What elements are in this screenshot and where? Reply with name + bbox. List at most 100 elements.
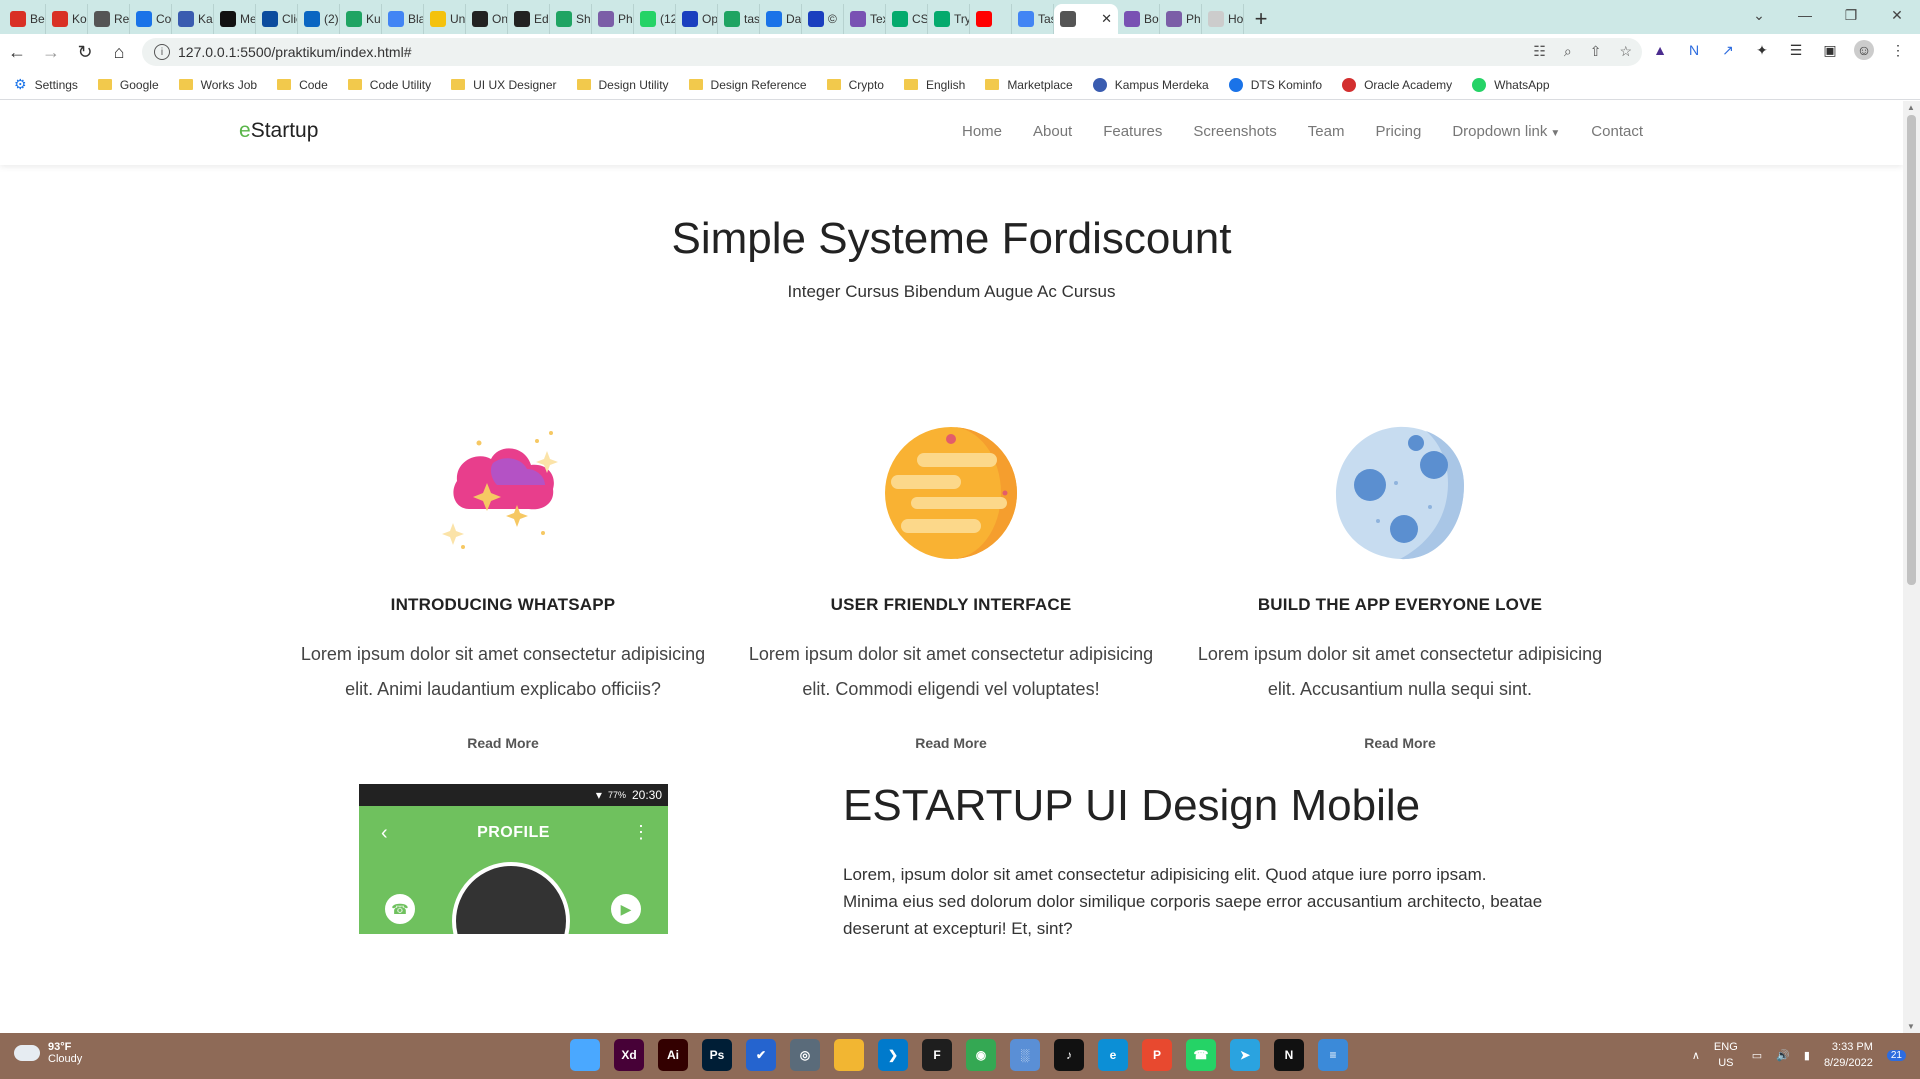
page-scrollbar[interactable]: ▲ ▼ — [1903, 101, 1920, 1033]
nav-about[interactable]: About — [1033, 123, 1072, 140]
scroll-down-icon[interactable]: ▼ — [1907, 1022, 1915, 1031]
clock[interactable]: 3:33 PM 8/29/2022 — [1824, 1039, 1873, 1071]
nav-team[interactable]: Team — [1308, 123, 1345, 140]
browser-tab[interactable]: ✕ — [1054, 4, 1118, 34]
volume-icon[interactable]: 🔊 — [1776, 1049, 1790, 1062]
nav-screenshots[interactable]: Screenshots — [1193, 123, 1276, 140]
nav-pricing[interactable]: Pricing — [1375, 123, 1421, 140]
site-brand[interactable]: eStartup — [239, 119, 318, 143]
browser-tab[interactable]: (12 — [634, 4, 676, 34]
nav-home[interactable]: Home — [962, 123, 1002, 140]
browser-tab[interactable]: (2) — [298, 4, 340, 34]
profile-avatar[interactable]: ☺ — [1854, 40, 1874, 60]
tray-chevron-icon[interactable]: ∧ — [1692, 1049, 1700, 1062]
language-indicator[interactable]: ENG US — [1714, 1039, 1738, 1071]
bookmark-item[interactable]: Kampus Merdeka — [1092, 77, 1209, 92]
browser-tab[interactable]: Uni — [424, 4, 466, 34]
restore-button[interactable]: ❐ — [1828, 0, 1874, 30]
back-button[interactable]: ← — [0, 37, 34, 67]
bookmark-item[interactable]: Code — [277, 78, 328, 92]
browser-tab[interactable]: Ho — [1202, 4, 1244, 34]
bookmark-item[interactable]: Google — [97, 78, 159, 92]
reload-button[interactable]: ↻ — [68, 37, 102, 67]
bookmark-item[interactable]: UI UX Designer — [451, 78, 557, 92]
home-button[interactable]: ⌂ — [102, 37, 136, 67]
browser-tab[interactable]: Reg — [88, 4, 130, 34]
nav-dropdown[interactable]: Dropdown link ▼ — [1452, 123, 1560, 140]
tab-search-icon[interactable]: ⌄ — [1736, 0, 1782, 30]
forward-button[interactable]: → — [34, 37, 68, 67]
extension-n-icon[interactable]: N — [1684, 40, 1704, 60]
bookmark-item[interactable]: Code Utility — [347, 78, 431, 92]
browser-tab[interactable]: Phi — [592, 4, 634, 34]
todo-icon[interactable]: ✔ — [746, 1039, 776, 1071]
bookmark-item[interactable]: Works Job — [178, 78, 257, 92]
weather-widget[interactable]: 93°F Cloudy — [14, 1041, 82, 1065]
browser-tab[interactable]: Op — [676, 4, 718, 34]
menu-kebab-icon[interactable]: ⋮ — [1888, 40, 1908, 60]
reading-list-icon[interactable]: ☰ — [1786, 40, 1806, 60]
browser-tab[interactable]: Clic — [256, 4, 298, 34]
read-more-link[interactable]: Read More — [1190, 735, 1610, 751]
side-panel-icon[interactable]: ▣ — [1820, 40, 1840, 60]
browser-tab[interactable]: Ber — [4, 4, 46, 34]
bookmark-item[interactable]: Design Reference — [688, 78, 807, 92]
notion-icon[interactable]: N — [1274, 1039, 1304, 1071]
windows-icon[interactable] — [570, 1039, 600, 1071]
share-icon[interactable]: ⇧ — [1590, 43, 1602, 60]
explorer-icon[interactable] — [834, 1039, 864, 1071]
address-bar[interactable]: i 127.0.0.1:5500/praktikum/index.html# ☷… — [142, 38, 1642, 66]
chrome-icon[interactable]: ◉ — [966, 1039, 996, 1071]
display-icon[interactable]: ▭ — [1752, 1049, 1762, 1062]
illustrator-icon[interactable]: Ai — [658, 1039, 688, 1071]
office-icon[interactable]: P — [1142, 1039, 1172, 1071]
browser-tab[interactable]: Tex — [844, 4, 886, 34]
telegram-icon[interactable]: ➤ — [1230, 1039, 1260, 1071]
nav-contact[interactable]: Contact — [1591, 123, 1643, 140]
url-text[interactable]: 127.0.0.1:5500/praktikum/index.html# — [178, 44, 411, 60]
zoom-icon[interactable]: ⌕ — [1564, 43, 1572, 60]
nav-features[interactable]: Features — [1103, 123, 1162, 140]
browser-tab[interactable]: Kar — [172, 4, 214, 34]
edge-icon[interactable]: e — [1098, 1039, 1128, 1071]
tiktok-icon[interactable]: ♪ — [1054, 1039, 1084, 1071]
close-window-button[interactable]: ✕ — [1874, 0, 1920, 30]
site-info-icon[interactable]: i — [154, 44, 170, 60]
battery-icon[interactable]: ▮ — [1804, 1049, 1810, 1062]
bookmark-item[interactable]: WhatsApp — [1472, 77, 1550, 92]
extensions-puzzle-icon[interactable]: ✦ — [1752, 40, 1772, 60]
settings-icon[interactable]: ◎ — [790, 1039, 820, 1071]
browser-tab[interactable]: Edi — [508, 4, 550, 34]
browser-tab[interactable]: tas — [718, 4, 760, 34]
photoshop-icon[interactable]: Ps — [702, 1039, 732, 1071]
browser-tab[interactable]: Bla — [382, 4, 424, 34]
browser-tab[interactable]: CSS — [886, 4, 928, 34]
browser-tab[interactable]: On — [466, 4, 508, 34]
browser-tab[interactable]: Try — [928, 4, 970, 34]
bookmark-item[interactable]: DTS Kominfo — [1228, 77, 1322, 92]
notification-badge[interactable]: 21 — [1886, 1049, 1906, 1061]
extension-hat-icon[interactable]: ▲ — [1650, 40, 1670, 60]
new-tab-button[interactable]: + — [1244, 4, 1278, 34]
whatsapp-icon[interactable]: ☎ — [1186, 1039, 1216, 1071]
bookmark-item[interactable]: Crypto — [826, 78, 884, 92]
browser-tab[interactable]: Tas — [1012, 4, 1054, 34]
vscode-icon[interactable]: ❯ — [878, 1039, 908, 1071]
read-more-link[interactable]: Read More — [293, 735, 713, 751]
bookmark-star-icon[interactable]: ☆ — [1619, 43, 1632, 60]
photos-icon[interactable]: ░ — [1010, 1039, 1040, 1071]
browser-tab[interactable]: Sha — [550, 4, 592, 34]
translate-icon[interactable]: ☷ — [1533, 43, 1546, 60]
bookmark-item[interactable]: Design Utility — [576, 78, 669, 92]
browser-tab[interactable]: Phi — [1160, 4, 1202, 34]
minimize-button[interactable]: — — [1782, 0, 1828, 30]
browser-tab[interactable]: Kol — [46, 4, 88, 34]
bookmark-item[interactable]: Marketplace — [985, 78, 1073, 92]
browser-tab[interactable]: Bo — [1118, 4, 1160, 34]
bookmark-item[interactable]: English — [903, 78, 965, 92]
scroll-up-icon[interactable]: ▲ — [1907, 103, 1915, 112]
figma-icon[interactable]: F — [922, 1039, 952, 1071]
browser-tab[interactable]: Da — [760, 4, 802, 34]
bookmark-item[interactable]: Oracle Academy — [1342, 77, 1452, 92]
browser-tab[interactable]: Me — [214, 4, 256, 34]
